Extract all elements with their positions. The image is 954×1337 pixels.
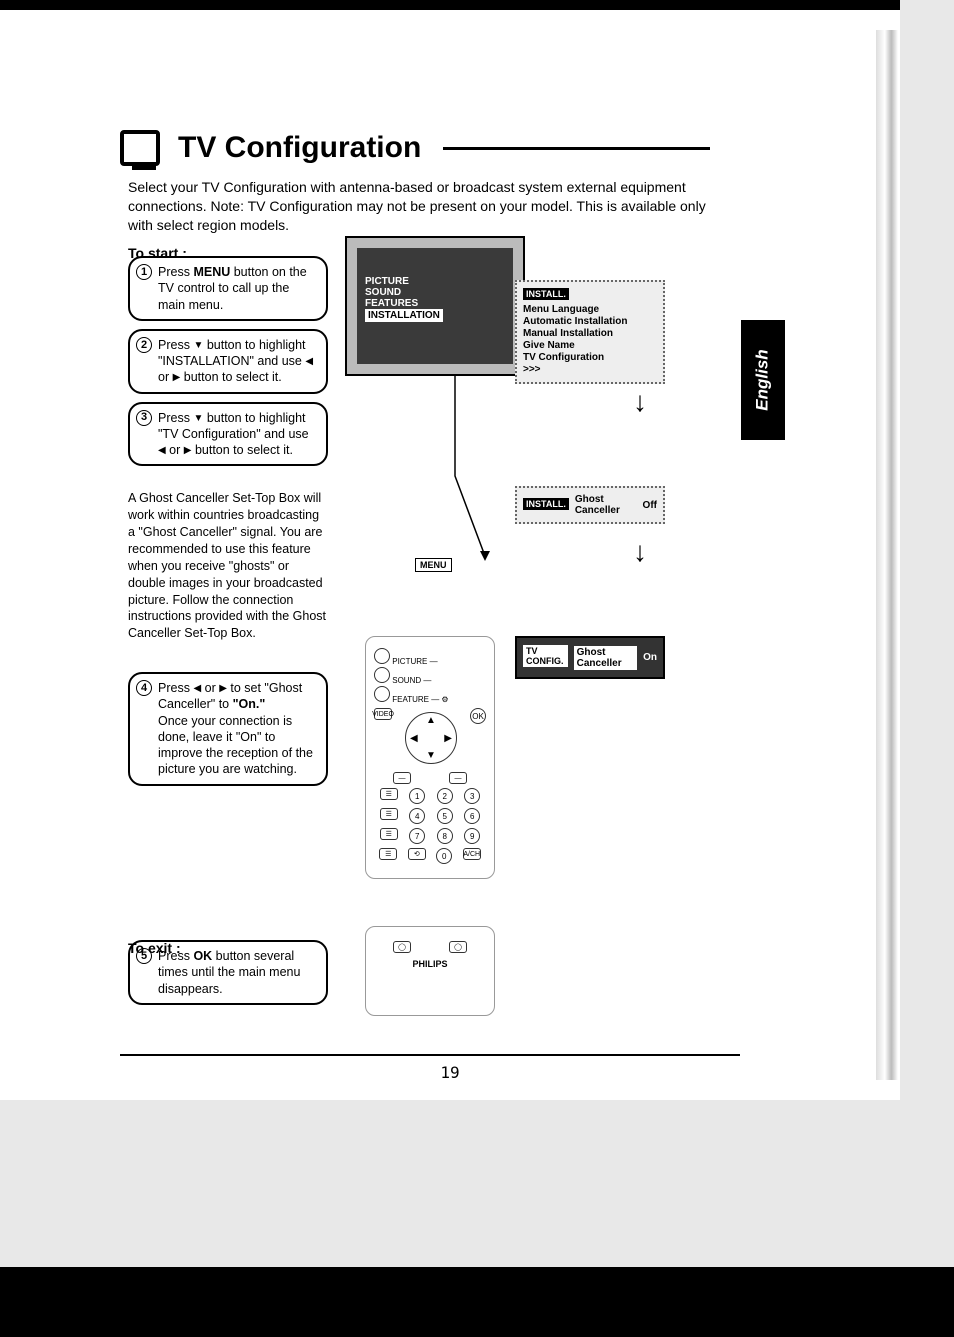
keypad-btn: 1 — [409, 788, 425, 804]
keypad-btn: 9 — [464, 828, 480, 844]
remote-label: PICTURE — [392, 657, 427, 666]
menu-button-illustration: MENU — [415, 558, 452, 572]
remote-label: FEATURE — [392, 695, 429, 704]
step-text: Press ◀ or ▶ to set "Ghost Canceller" to… — [158, 680, 318, 778]
step-text: Press ▼ button to highlight "TV Configur… — [158, 410, 318, 459]
menu-item: FEATURES — [365, 298, 505, 309]
install-submenu: INSTALL. Menu Language Automatic Install… — [515, 280, 665, 384]
step-text: Press OK button several times until the … — [158, 948, 318, 997]
step-text: Press ▼ button to highlight "INSTALLATIO… — [158, 337, 318, 386]
ok-button: OK — [470, 708, 486, 724]
video-button: VIDEO — [374, 708, 392, 720]
tv-screen-main-menu: PICTURE SOUND FEATURES INSTALLATION — [345, 236, 525, 376]
step-number: 1 — [136, 264, 152, 280]
down-arrow-icon: ↓ — [633, 536, 647, 568]
keypad-btn: 6 — [464, 808, 480, 824]
step-2: 2 Press ▼ button to highlight "INSTALLAT… — [128, 329, 328, 394]
keypad-btn: 5 — [437, 808, 453, 824]
intro-paragraph: Select your TV Configuration with antenn… — [128, 178, 710, 235]
keypad-btn: 3 — [464, 788, 480, 804]
keypad-btn: 7 — [409, 828, 425, 844]
submenu-item: Menu Language — [523, 304, 657, 315]
nav-ring: ▲▼ ◀▶ — [405, 712, 457, 764]
top-border — [0, 0, 900, 10]
remote-label: SOUND — [392, 676, 421, 685]
footer-rule — [120, 1054, 740, 1056]
tv-icon — [120, 130, 160, 166]
keypad-btn: 4 — [409, 808, 425, 824]
step-4: 4 Press ◀ or ▶ to set "Ghost Canceller" … — [128, 672, 328, 786]
ghost-label: Ghost Canceller — [574, 646, 638, 670]
submenu-header: INSTALL. — [523, 288, 569, 300]
scanner-edge — [0, 1267, 954, 1337]
panel-header: TV CONFIG. — [523, 645, 568, 667]
ghost-panel-on: TV CONFIG. Ghost Canceller On — [515, 636, 665, 679]
remote-top: PICTURE — SOUND — FEATURE — ⚙ VIDEO ▲▼ ◀… — [365, 636, 495, 879]
brand-label: PHILIPS — [374, 959, 486, 969]
menu-item: PICTURE — [365, 276, 505, 287]
page-title: TV Configuration — [178, 131, 421, 165]
title-rule — [443, 147, 710, 150]
remote-bottom: ◯◯ PHILIPS — [365, 926, 495, 1016]
step-text: Press MENU button on the TV control to c… — [158, 264, 318, 313]
ghost-value: Off — [643, 500, 657, 511]
step-number: 2 — [136, 337, 152, 353]
step-number: 3 — [136, 410, 152, 426]
down-arrow-icon: ↓ — [633, 386, 647, 418]
submenu-item: Manual Installation — [523, 328, 657, 339]
keypad-btn: 8 — [437, 828, 453, 844]
step-number: 4 — [136, 680, 152, 696]
language-tab: English — [741, 320, 785, 440]
keypad-btn: 0 — [436, 848, 452, 864]
connector-line — [395, 376, 545, 566]
language-label: English — [753, 349, 773, 410]
ghost-paragraph: A Ghost Canceller Set-Top Box will work … — [128, 490, 328, 642]
menu-item: SOUND — [365, 287, 505, 298]
step-number: 5 — [136, 948, 152, 964]
keypad-btn: 2 — [437, 788, 453, 804]
submenu-item: Automatic Installation — [523, 316, 657, 327]
page-number: 19 — [440, 1063, 459, 1082]
arrows-icon: >>> — [523, 364, 657, 375]
step-3: 3 Press ▼ button to highlight "TV Config… — [128, 402, 328, 467]
step-5: 5 Press OK button several times until th… — [128, 940, 328, 1005]
ghost-value: On — [643, 652, 657, 663]
book-binding — [876, 30, 898, 1080]
ghost-label: Ghost Canceller — [575, 494, 637, 516]
step-1: 1 Press MENU button on the TV control to… — [128, 256, 328, 321]
submenu-item: Give Name — [523, 340, 657, 351]
menu-item-selected: INSTALLATION — [365, 309, 443, 322]
submenu-item-selected: TV Configuration — [523, 352, 657, 363]
